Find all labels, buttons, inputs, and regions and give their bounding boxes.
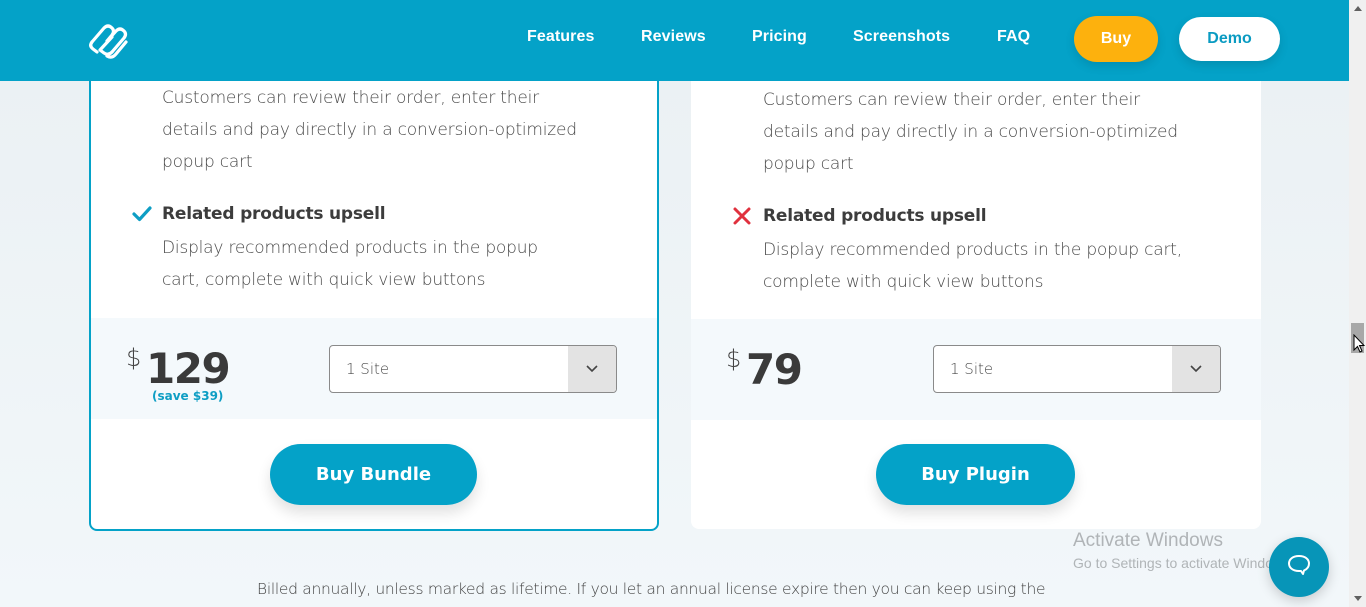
chat-bubble-icon (1286, 553, 1312, 581)
feature-description-line: cart, complete with quick view buttons (162, 270, 486, 290)
feature-description-line: Display recommended products in the popu… (763, 240, 1182, 260)
feature-title: Related products upsell (162, 204, 386, 224)
feature-description-line: popup cart (162, 152, 253, 172)
billing-footnote: Billed annually, unless marked as lifeti… (257, 580, 1046, 598)
chat-button[interactable] (1269, 537, 1329, 597)
currency-symbol: $ (126, 344, 142, 372)
mouse-cursor-icon (1353, 333, 1366, 358)
activate-windows-title: Activate Windows (1073, 530, 1223, 551)
chevron-down-icon[interactable] (568, 346, 616, 392)
save-note: (save $39) (152, 389, 224, 403)
activate-windows-subtitle: Go to Settings to activate Windows. (1073, 555, 1294, 571)
cross-icon (732, 206, 752, 226)
nav-pricing[interactable]: Pricing (752, 28, 807, 46)
scroll-up-arrow-icon[interactable] (1349, 0, 1366, 17)
logo-icon[interactable] (86, 20, 132, 62)
page: Features Reviews Pricing Screenshots FAQ… (0, 0, 1349, 607)
scroll-down-arrow-icon[interactable] (1349, 590, 1366, 607)
check-icon (132, 204, 152, 224)
feature-description-line: Display recommended products in the popu… (162, 238, 538, 258)
nav-features[interactable]: Features (527, 28, 595, 46)
buy-plugin-button[interactable]: Buy Plugin (876, 444, 1075, 505)
vertical-scrollbar[interactable] (1349, 0, 1366, 607)
feature-description-line: details and pay directly in a conversion… (763, 122, 1178, 142)
license-select[interactable]: 1 Site (933, 345, 1221, 393)
feature-description: Display recommended products in the popu… (763, 234, 1182, 298)
feature-description: Display recommended products in the popu… (162, 232, 538, 296)
select-value: 1 Site (950, 360, 994, 378)
buy-bundle-button[interactable]: Buy Bundle (270, 444, 477, 505)
feature-description: Customers can review their order, enter … (763, 84, 1178, 180)
feature-description-line: complete with quick view buttons (763, 272, 1044, 292)
feature-description-line: details and pay directly in a conversion… (162, 120, 577, 140)
pricing-card-plugin: Customers can review their order, enter … (691, 50, 1261, 529)
chevron-down-icon[interactable] (1172, 346, 1220, 392)
site-header: Features Reviews Pricing Screenshots FAQ… (0, 0, 1349, 81)
header-demo-button[interactable]: Demo (1179, 17, 1280, 61)
feature-title: Related products upsell (763, 206, 987, 226)
pricing-card-bundle: Customers can review their order, enter … (89, 50, 659, 531)
nav-reviews[interactable]: Reviews (641, 28, 706, 46)
price-amount: 79 (746, 345, 803, 394)
price-amount: 129 (146, 344, 231, 393)
feature-description: Customers can review their order, enter … (162, 82, 577, 178)
price-band: $ 129 (save $39) 1 Site (91, 318, 657, 419)
feature-description-line: popup cart (763, 154, 854, 174)
currency-symbol: $ (726, 345, 742, 373)
feature-description-line: Customers can review their order, enter … (162, 88, 539, 108)
nav-screenshots[interactable]: Screenshots (853, 28, 950, 46)
feature-description-line: Customers can review their order, enter … (763, 90, 1140, 110)
license-select[interactable]: 1 Site (329, 345, 617, 393)
price-band: $ 79 1 Site (691, 319, 1261, 420)
nav-faq[interactable]: FAQ (997, 28, 1030, 46)
header-buy-button[interactable]: Buy (1074, 16, 1158, 62)
select-value: 1 Site (346, 360, 390, 378)
